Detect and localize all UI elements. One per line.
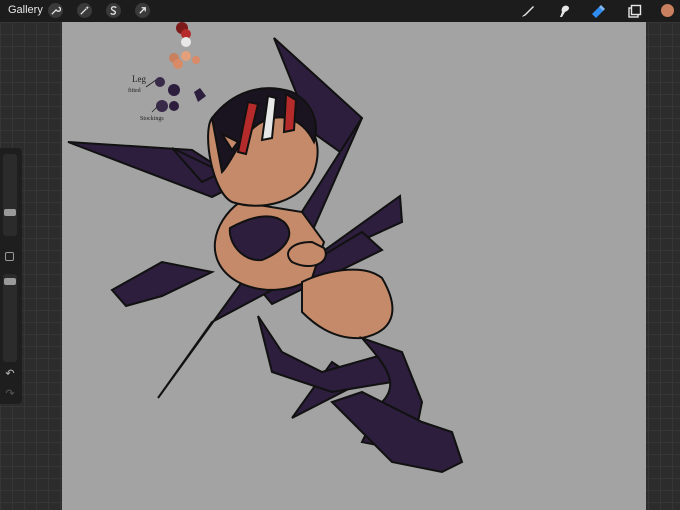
character-figure [110,87,464,474]
artwork: Leg fitted Stockings [67,22,464,474]
undo-icon[interactable]: ↶ [4,368,16,380]
eraser-icon[interactable] [590,3,606,19]
note-stockings: Stockings [140,116,164,122]
brush-size-thumb[interactable] [4,209,16,216]
svg-text:fitted: fitted [128,87,141,94]
drawing-canvas[interactable]: Leg fitted Stockings [62,22,646,510]
brush-size-slider[interactable] [3,154,17,236]
note-leg: Leg [132,74,146,84]
gallery-button[interactable]: Gallery [8,4,43,16]
color-swatch-button[interactable] [660,3,675,18]
magic-wand-icon[interactable] [77,3,92,18]
smudge-icon[interactable] [556,3,572,19]
brush-icon[interactable] [520,3,536,19]
top-toolbar: Gallery [0,0,680,22]
color-palette-dots [155,22,206,112]
opacity-slider[interactable] [3,274,17,362]
wrench-icon[interactable] [48,3,63,18]
layers-icon[interactable] [626,3,642,19]
transform-arrow-icon[interactable] [135,3,150,18]
left-sidebar: ↶ ↷ [0,148,22,404]
modify-button[interactable] [5,252,14,261]
opacity-thumb[interactable] [4,278,16,285]
selection-s-icon[interactable] [106,3,121,18]
redo-icon[interactable]: ↷ [4,388,16,400]
